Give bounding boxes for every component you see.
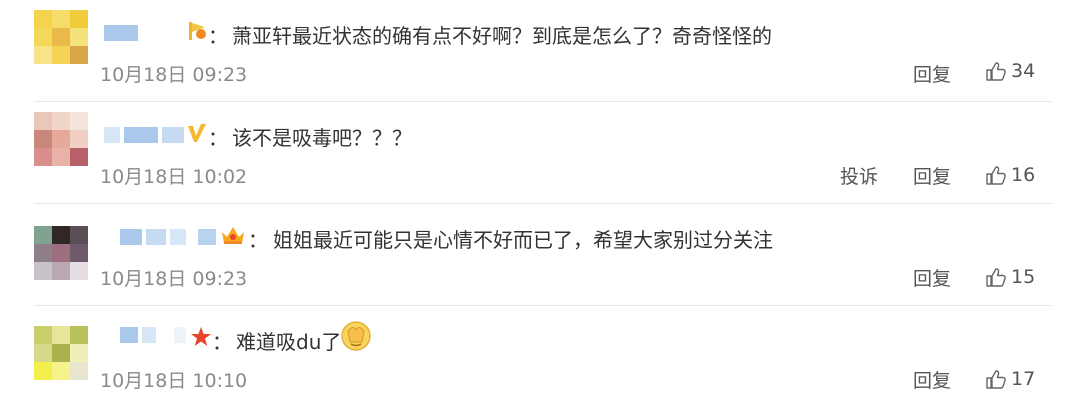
thumbs-up-icon xyxy=(986,166,1006,185)
comment-item: ： 姐姐最近可能只是心情不好而已了，希望大家别过分关注 10月18日 09:23… xyxy=(0,204,1080,306)
username[interactable] xyxy=(120,326,186,344)
like-button[interactable]: 17 xyxy=(985,368,1035,390)
comment-colon: ： xyxy=(248,228,268,252)
like-button[interactable]: 15 xyxy=(985,266,1035,288)
like-count: 15 xyxy=(1011,266,1036,288)
comment-item: ： 难道吸du了 10月18日 10:10 回复 17 xyxy=(0,306,1080,408)
comment-colon: ： xyxy=(208,126,228,150)
thumbs-up-icon xyxy=(986,370,1006,389)
like-count: 17 xyxy=(1011,368,1036,390)
like-count: 34 xyxy=(1011,60,1036,82)
report-button[interactable]: 投诉 xyxy=(840,162,878,189)
reply-button[interactable]: 回复 xyxy=(913,60,951,87)
comment-time: 10月18日 09:23 xyxy=(100,268,248,290)
avatar[interactable] xyxy=(34,226,88,280)
crown-badge-icon xyxy=(222,227,244,244)
comment-item: ： 萧亚轩最近状态的确有点不好啊？到底是怎么了？奇奇怪怪的 10月18日 09:… xyxy=(0,0,1080,102)
facepalm-emoji-icon xyxy=(341,321,371,351)
reply-button[interactable]: 回复 xyxy=(913,264,951,291)
avatar[interactable] xyxy=(34,326,88,380)
comment-time: 10月18日 10:02 xyxy=(100,166,248,188)
comment-text: 该不是吸毒吧？？？ xyxy=(232,126,412,150)
reply-button[interactable]: 回复 xyxy=(913,162,951,189)
username[interactable] xyxy=(120,228,216,246)
comment-time: 10月18日 10:10 xyxy=(100,370,248,392)
comment-colon: ： xyxy=(212,330,232,354)
avatar[interactable] xyxy=(34,10,88,64)
avatar[interactable] xyxy=(34,112,88,166)
yellow-flag-badge-icon xyxy=(189,22,206,40)
comment-text: 难道吸du了 xyxy=(236,330,342,354)
comment-time: 10月18日 09:23 xyxy=(100,64,248,86)
comment-item: ： 该不是吸毒吧？？？ 10月18日 10:02 投诉 回复 16 xyxy=(0,102,1080,204)
comment-text: 萧亚轩最近状态的确有点不好啊？到底是怎么了？奇奇怪怪的 xyxy=(232,24,772,48)
comment-text: 姐姐最近可能只是心情不好而已了，希望大家别过分关注 xyxy=(273,228,773,252)
thumbs-up-icon xyxy=(986,62,1006,81)
comment-colon: ： xyxy=(208,24,228,48)
username[interactable] xyxy=(104,24,138,42)
thumbs-up-icon xyxy=(986,268,1006,287)
like-button[interactable]: 34 xyxy=(985,60,1035,82)
like-count: 16 xyxy=(1011,164,1036,186)
like-button[interactable]: 16 xyxy=(985,164,1035,186)
reply-button[interactable]: 回复 xyxy=(913,366,951,393)
username[interactable] xyxy=(104,126,184,144)
star-badge-icon xyxy=(191,327,211,346)
v-badge-icon xyxy=(188,124,206,142)
